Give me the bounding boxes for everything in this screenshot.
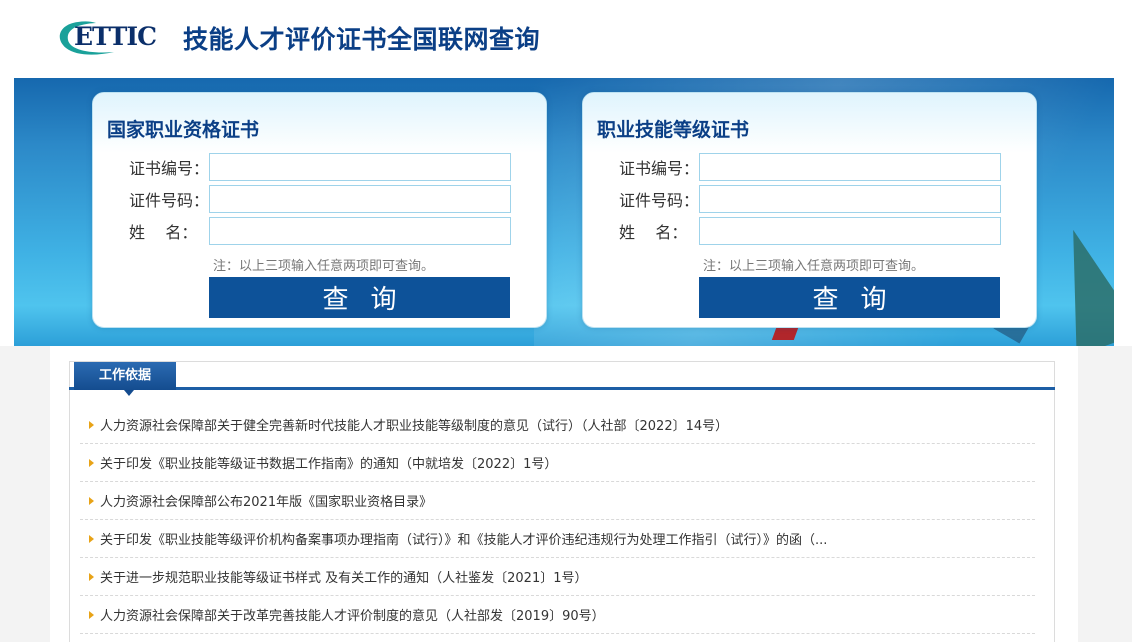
id-number-input[interactable] (209, 185, 511, 213)
name-input[interactable] (209, 217, 511, 245)
skill-level-panel: 职业技能等级证书 证书编号： 证件号码： 姓 名： 注：以上三项输入任意两项即可… (582, 92, 1037, 328)
news-link[interactable]: 人力资源社会保障部关于健全完善新时代技能人才职业技能等级制度的意见（试行）（人社… (90, 415, 728, 434)
news-link[interactable]: 人力资源社会保障部关于改革完善技能人才评价制度的意见（人社部发〔2019〕90号… (90, 605, 605, 624)
query-note: 注：以上三项输入任意两项即可查询。 (703, 259, 925, 274)
site-header: ETTIC 技能人才评价证书全国联网查询 (0, 0, 1132, 78)
certificate-number-label: 证书编号： (129, 159, 210, 178)
list-item: 人力资源社会保障部关于改革完善技能人才评价制度的意见（人社部发〔2019〕90号… (80, 596, 1035, 634)
ettic-logo[interactable]: ETTIC (56, 18, 171, 58)
bullet-icon (89, 459, 94, 467)
national-qualification-panel: 国家职业资格证书 证书编号： 证件号码： 姓 名： 注：以上三项输入任意两项即可… (92, 92, 547, 328)
news-link[interactable]: 关于进一步规范职业技能等级证书样式 及有关工作的通知（人社鉴发〔2021〕1号） (90, 567, 588, 586)
id-number-label: 证件号码： (619, 191, 700, 210)
certificate-number-label: 证书编号： (619, 159, 700, 178)
list-item: 人力资源社会保障部公布2021年版《国家职业资格目录》 (80, 482, 1035, 520)
news-list: 人力资源社会保障部关于健全完善新时代技能人才职业技能等级制度的意见（试行）（人社… (80, 406, 1035, 634)
tab-pointer-icon (124, 390, 134, 396)
list-item: 关于进一步规范职业技能等级证书样式 及有关工作的通知（人社鉴发〔2021〕1号） (80, 558, 1035, 596)
id-number-label: 证件号码： (129, 191, 210, 210)
list-item: 人力资源社会保障部关于健全完善新时代技能人才职业技能等级制度的意见（试行）（人社… (80, 406, 1035, 444)
name-label: 姓 名： (619, 223, 688, 242)
bullet-icon (89, 497, 94, 505)
tab-work-basis[interactable]: 工作依据 (74, 362, 176, 390)
bullet-icon (89, 611, 94, 619)
id-number-input[interactable] (699, 185, 1001, 213)
query-button[interactable]: 查询 (209, 277, 510, 318)
query-note: 注：以上三项输入任意两项即可查询。 (213, 259, 435, 274)
news-link[interactable]: 人力资源社会保障部公布2021年版《国家职业资格目录》 (90, 491, 432, 510)
news-link[interactable]: 关于印发《职业技能等级证书数据工作指南》的通知（中就培发〔2022〕1号） (90, 453, 557, 472)
certificate-number-input[interactable] (209, 153, 511, 181)
panel-title: 国家职业资格证书 (107, 119, 260, 141)
certificate-number-input[interactable] (699, 153, 1001, 181)
list-item: 关于印发《职业技能等级证书数据工作指南》的通知（中就培发〔2022〕1号） (80, 444, 1035, 482)
bullet-icon (89, 535, 94, 543)
news-link[interactable]: 关于印发《职业技能等级评价机构备案事项办理指南（试行）》和《技能人才评价违纪违规… (90, 529, 827, 548)
svg-text:ETTIC: ETTIC (74, 22, 156, 51)
site-title: 技能人才评价证书全国联网查询 (183, 25, 541, 54)
name-label: 姓 名： (129, 223, 198, 242)
list-item: 关于印发《职业技能等级评价机构备案事项办理指南（试行）》和《技能人才评价违纪违规… (80, 520, 1035, 558)
panel-title: 职业技能等级证书 (597, 119, 750, 141)
bullet-icon (89, 573, 94, 581)
name-input[interactable] (699, 217, 1001, 245)
bullet-icon (89, 421, 94, 429)
query-button[interactable]: 查询 (699, 277, 1000, 318)
